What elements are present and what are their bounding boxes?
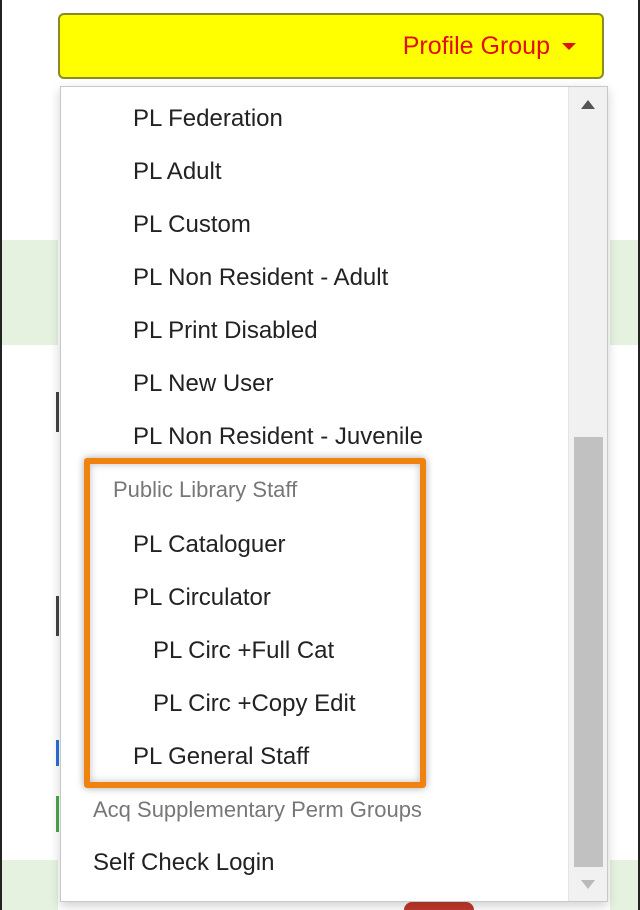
menu-item-self-check-login[interactable]: Self Check Login xyxy=(61,838,274,888)
scroll-down-arrow-icon[interactable] xyxy=(569,867,607,901)
menu-item-pl-non-resident-adult[interactable]: PL Non Resident - Adult xyxy=(61,253,388,303)
profile-group-menu[interactable]: PL Federation PL Adult PL Custom PL Non … xyxy=(60,86,608,902)
profile-group-label: Profile Group xyxy=(402,31,550,60)
scroll-up-arrow-icon[interactable] xyxy=(569,87,607,121)
menu-item-pl-cataloguer[interactable]: PL Cataloguer xyxy=(61,520,286,570)
background-row-highlight xyxy=(2,240,58,345)
menu-item-pl-adult[interactable]: PL Adult xyxy=(61,147,222,197)
menu-item-pl-new-user[interactable]: PL New User xyxy=(61,359,273,409)
menu-item-pl-print-disabled[interactable]: PL Print Disabled xyxy=(61,306,318,356)
menu-scrollbar[interactable] xyxy=(568,87,607,901)
background-accent xyxy=(56,796,59,832)
background-divider xyxy=(56,596,59,636)
menu-item-pl-circ-full-cat[interactable]: PL Circ +Full Cat xyxy=(61,626,334,676)
background-divider xyxy=(56,392,59,432)
menu-item-pl-circulator[interactable]: PL Circulator xyxy=(61,573,271,623)
background-row-highlight xyxy=(610,240,638,345)
menu-group-header-public-library-staff: Public Library Staff xyxy=(113,477,298,502)
caret-down-icon xyxy=(562,42,576,50)
menu-item-pl-federation[interactable]: PL Federation xyxy=(61,94,283,144)
menu-item-pl-circ-copy-edit[interactable]: PL Circ +Copy Edit xyxy=(61,679,356,729)
background-row-highlight xyxy=(610,860,638,910)
background-row-highlight xyxy=(2,860,58,910)
background-accent xyxy=(56,740,59,766)
scrollbar-thumb[interactable] xyxy=(574,437,603,867)
background-badge xyxy=(404,902,474,910)
profile-group-dropdown-button[interactable]: Profile Group xyxy=(58,13,604,79)
menu-group-header-acq-supplementary-perm-groups: Acq Supplementary Perm Groups xyxy=(93,797,422,822)
menu-item-pl-custom[interactable]: PL Custom xyxy=(61,200,251,250)
menu-item-pl-general-staff[interactable]: PL General Staff xyxy=(61,732,309,782)
menu-item-pl-non-resident-juvenile[interactable]: PL Non Resident - Juvenile xyxy=(61,412,423,462)
